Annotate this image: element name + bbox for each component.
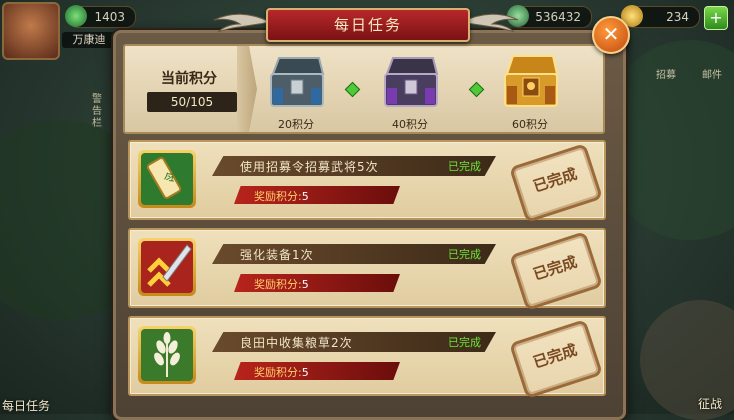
purple-chest-icon[interactable] [379,50,441,112]
coin-counter: 536432 [507,5,592,28]
jade-counter: 1403 [65,5,136,28]
reward-value: 5 [301,190,309,203]
tab-recruit[interactable]: 招募 [656,66,676,81]
reward-value: 5 [301,278,309,291]
jade-icon [65,5,87,27]
title-ornament-left [213,13,270,33]
recruit-token-icon: 令 [138,150,196,208]
close-button[interactable]: ✕ [592,16,630,54]
jade-value: 1403 [94,10,125,24]
upgrade-sword-icon [138,238,196,296]
current-points-value: 50/105 [147,92,237,112]
completed-stamp: 已完成 [508,319,604,399]
task-row: 令 使用招募令招募武将5次 已完成 奖励积分:5 已完成 [128,140,606,223]
reward-text: 奖励积分:5 [254,188,309,204]
reward-text: 奖励积分:5 [254,364,309,380]
task-status: 已完成 [448,336,481,349]
coin-value: 536432 [535,10,581,24]
task-name: 使用招募令招募武将5次 [240,160,379,174]
title-ornament-right [462,13,519,33]
gold-value: 234 [666,10,689,24]
wheat-icon [138,326,196,384]
player-name: 万康迪 [62,32,116,48]
gem-separator-icon [468,81,485,98]
task-status: 已完成 [448,248,481,261]
reward-value: 5 [301,366,309,379]
reward-label: 奖励积分: [254,190,302,203]
task-row: 强化装备1次 已完成 奖励积分:5 已完成 [128,228,606,311]
dialog-title: 每日任务 [266,8,470,42]
task-status: 已完成 [448,160,481,173]
task-name: 强化装备1次 [240,248,314,262]
daily-task-shortcut[interactable]: 每日任务 [2,397,50,414]
chest-label: 20积分 [278,118,314,131]
reward-text: 奖励积分:5 [254,276,309,292]
add-gold-button[interactable]: + [704,6,728,30]
completed-stamp: 已完成 [508,231,604,311]
tab-mail[interactable]: 邮件 [702,66,722,81]
reward-label: 奖励积分: [254,278,302,291]
reward-label: 奖励积分: [254,366,302,379]
completed-stamp: 已完成 [508,143,604,223]
gold-chest-icon[interactable] [499,50,561,112]
gem-separator-icon [344,81,361,98]
campaign-shortcut[interactable]: 征战 [698,395,722,412]
task-row: 良田中收集粮草2次 已完成 奖励积分:5 已完成 [128,316,606,399]
panel-divider [237,46,257,132]
current-points-label: 当前积分 [161,71,217,87]
left-side-label: 警告栏 [92,94,102,129]
task-name: 良田中收集粮草2次 [240,336,353,350]
chest-label: 60积分 [512,118,548,131]
player-avatar[interactable] [2,2,60,60]
points-progress-panel: 当前积分 50/105 20积分 40积分 60积分 [123,44,605,134]
chest-label: 40积分 [392,118,428,131]
gold-counter: 234 [621,5,700,28]
silver-chest-icon[interactable] [265,50,327,112]
